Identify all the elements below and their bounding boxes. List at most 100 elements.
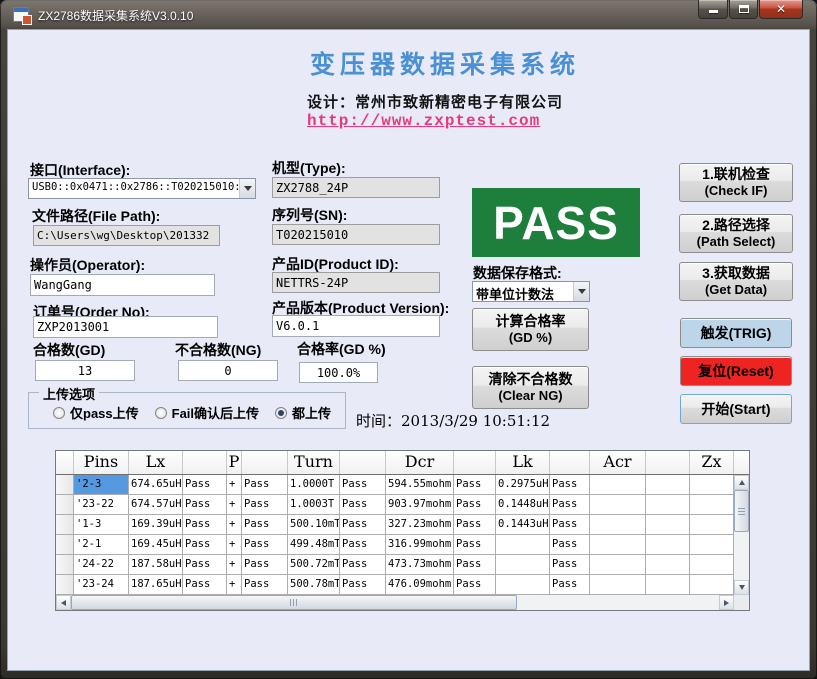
table-cell[interactable]: 316.99mohm [386, 535, 454, 555]
vertical-scroll-thumb[interactable] [734, 490, 749, 532]
close-button[interactable]: ✕ [759, 0, 803, 19]
table-cell[interactable]: 1.0003T [288, 495, 340, 515]
website-link[interactable]: http://www.zxptest.com [307, 112, 540, 130]
product-version-field[interactable] [272, 315, 440, 337]
table-cell[interactable]: Pass [183, 575, 227, 595]
radio-upload-all[interactable]: 都上传 [275, 403, 331, 422]
column-header-blank[interactable] [56, 451, 74, 474]
scroll-right-button[interactable] [719, 595, 734, 610]
table-cell[interactable] [590, 515, 646, 535]
table-cell[interactable]: 0.1448uH [496, 495, 550, 515]
table-cell[interactable]: Pass [242, 475, 288, 495]
table-cell[interactable]: Pass [550, 495, 590, 515]
gd-count-field[interactable] [35, 360, 135, 381]
table-cell[interactable]: 327.23mohm [386, 515, 454, 535]
column-header-turn[interactable]: Turn [288, 451, 340, 474]
table-cell[interactable] [690, 475, 734, 495]
vertical-scrollbar[interactable] [734, 475, 749, 595]
interface-dropdown-button[interactable] [239, 179, 255, 198]
table-cell[interactable]: Pass [183, 535, 227, 555]
table-cell[interactable] [646, 575, 690, 595]
table-cell[interactable] [646, 535, 690, 555]
table-cell[interactable]: Pass [550, 575, 590, 595]
table-cell[interactable] [690, 495, 734, 515]
table-cell[interactable]: '23-24 [74, 575, 129, 595]
table-cell[interactable] [646, 495, 690, 515]
get-data-button[interactable]: 3.获取数据 (Get Data) [679, 262, 793, 301]
table-cell[interactable]: + [227, 535, 242, 555]
order-no-field[interactable] [33, 316, 218, 338]
table-cell[interactable] [496, 575, 550, 595]
table-cell[interactable]: 500.10mT [288, 515, 340, 535]
row-selector[interactable] [56, 575, 74, 595]
table-cell[interactable]: Pass [550, 555, 590, 575]
table-cell[interactable]: Pass [454, 575, 496, 595]
table-cell[interactable]: 500.72mT [288, 555, 340, 575]
table-cell[interactable]: Pass [454, 495, 496, 515]
trig-button[interactable]: 触发(TRIG) [680, 318, 792, 348]
table-cell[interactable]: Pass [340, 575, 386, 595]
table-cell[interactable]: Pass [340, 495, 386, 515]
table-cell[interactable]: Pass [242, 535, 288, 555]
radio-fail-confirm[interactable]: Fail确认后上传 [155, 403, 259, 422]
table-cell[interactable] [690, 575, 734, 595]
table-cell[interactable]: Pass [242, 495, 288, 515]
table-cell[interactable]: '23-22 [74, 495, 129, 515]
table-cell[interactable]: '1-3 [74, 515, 129, 535]
start-button[interactable]: 开始(Start) [680, 394, 792, 424]
table-cell[interactable]: + [227, 555, 242, 575]
column-header-lx[interactable]: Lx [129, 451, 183, 474]
ng-count-field[interactable] [178, 360, 278, 381]
reset-button[interactable]: 复位(Reset) [680, 356, 792, 386]
table-cell[interactable]: 169.39uH [129, 515, 183, 535]
column-header-lk[interactable]: Lk [496, 451, 550, 474]
interface-select[interactable]: USB0::0x0471::0x2786::T020215010::: [28, 178, 256, 199]
table-cell[interactable]: '24-22 [74, 555, 129, 575]
table-cell[interactable] [646, 475, 690, 495]
scroll-down-button[interactable] [734, 580, 749, 595]
table-cell[interactable]: Pass [340, 555, 386, 575]
column-header-dcr[interactable]: Dcr [386, 451, 454, 474]
table-cell[interactable]: 0.1443uH [496, 515, 550, 535]
table-cell[interactable]: 1.0000T [288, 475, 340, 495]
column-header-blank[interactable] [550, 451, 590, 474]
type-field[interactable] [272, 177, 440, 198]
table-cell[interactable]: Pass [183, 475, 227, 495]
table-cell[interactable]: Pass [454, 535, 496, 555]
table-cell[interactable] [690, 515, 734, 535]
table-cell[interactable]: + [227, 515, 242, 535]
column-header-acr[interactable]: Acr [590, 451, 646, 474]
table-cell[interactable]: 476.09mohm [386, 575, 454, 595]
table-cell[interactable]: 187.65uH [129, 575, 183, 595]
check-if-button[interactable]: 1.联机检查 (Check IF) [679, 163, 793, 202]
file-path-field[interactable] [33, 225, 220, 246]
table-cell[interactable]: Pass [183, 515, 227, 535]
table-cell[interactable]: Pass [183, 555, 227, 575]
table-cell[interactable]: Pass [242, 575, 288, 595]
column-header-blank[interactable] [646, 451, 690, 474]
table-cell[interactable]: Pass [454, 475, 496, 495]
titlebar[interactable]: ZX2786数据采集系统V3.0.10 ✕ [0, 0, 817, 29]
table-cell[interactable]: + [227, 475, 242, 495]
column-header-blank[interactable] [242, 451, 288, 474]
column-header-blank[interactable] [454, 451, 496, 474]
scroll-up-button[interactable] [734, 475, 749, 490]
scroll-left-button[interactable] [56, 595, 71, 610]
column-header-blank[interactable] [183, 451, 227, 474]
table-cell[interactable] [590, 575, 646, 595]
table-cell[interactable] [496, 535, 550, 555]
table-cell[interactable]: Pass [340, 515, 386, 535]
table-cell[interactable]: Pass [550, 535, 590, 555]
table-cell[interactable]: Pass [242, 515, 288, 535]
table-cell[interactable]: Pass [340, 475, 386, 495]
table-cell[interactable] [590, 495, 646, 515]
table-cell[interactable]: + [227, 495, 242, 515]
table-cell[interactable]: 674.65uH [129, 475, 183, 495]
table-cell[interactable] [590, 555, 646, 575]
table-cell[interactable]: Pass [550, 515, 590, 535]
table-cell[interactable]: 674.57uH [129, 495, 183, 515]
table-cell[interactable]: 169.45uH [129, 535, 183, 555]
table-cell[interactable]: 500.78mT [288, 575, 340, 595]
horizontal-scroll-thumb[interactable] [71, 595, 517, 610]
gd-rate-field[interactable] [299, 362, 378, 383]
